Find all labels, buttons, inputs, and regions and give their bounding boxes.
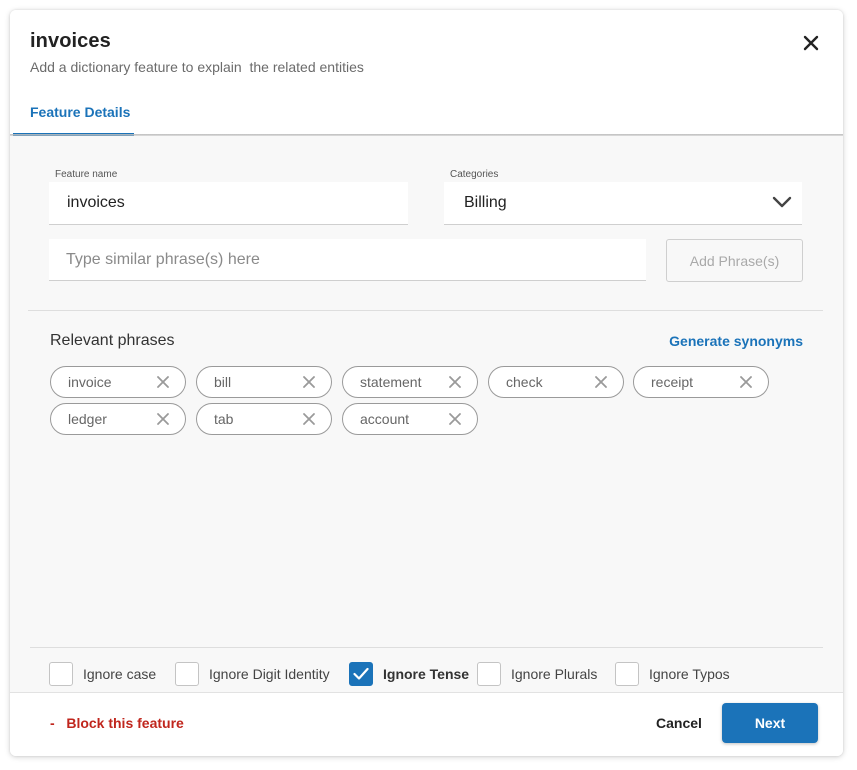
phrase-chip-label: account (360, 411, 410, 427)
checkbox-box[interactable] (175, 662, 199, 686)
phrase-chip: receipt (633, 366, 769, 398)
chevron-down-icon[interactable] (772, 195, 792, 209)
option-label: Ignore Typos (649, 666, 730, 682)
phrase-chip-label: bill (214, 374, 232, 390)
checkbox-box-checked[interactable] (349, 662, 373, 686)
divider (30, 647, 823, 648)
phrase-chip: bill (196, 366, 332, 398)
ignore-typos-checkbox[interactable]: Ignore Typos (615, 662, 730, 686)
dialog-title: invoices (30, 30, 111, 52)
remove-phrase-icon[interactable] (302, 375, 316, 389)
option-label: Ignore Digit Identity (209, 666, 330, 682)
phrase-chip: ledger (50, 403, 186, 435)
feature-name-label: Feature name (55, 169, 118, 180)
phrase-chip-label: invoice (68, 374, 112, 390)
phrase-chip-label: receipt (651, 374, 694, 390)
ignore-plurals-checkbox[interactable]: Ignore Plurals (477, 662, 597, 686)
remove-phrase-icon[interactable] (302, 412, 316, 426)
phrase-input[interactable] (49, 239, 646, 281)
divider (28, 310, 823, 311)
phrase-chip-label: check (506, 374, 543, 390)
phrase-chip: account (342, 403, 478, 435)
feature-dialog: invoices Add a dictionary feature to exp… (10, 10, 843, 756)
phrase-chip-label: ledger (68, 411, 107, 427)
block-feature-link[interactable]: - Block this feature (50, 715, 184, 731)
dialog-footer: - Block this feature Cancel Next (10, 692, 843, 756)
relevant-phrases-label: Relevant phrases (50, 332, 175, 349)
checkbox-box[interactable] (49, 662, 73, 686)
dialog-body: Feature name invoices Categories Billing… (10, 136, 843, 692)
ignore-digit-identity-checkbox[interactable]: Ignore Digit Identity (175, 662, 330, 686)
categories-value: Billing (464, 194, 507, 211)
remove-phrase-icon[interactable] (594, 375, 608, 389)
ignore-tense-checkbox[interactable]: Ignore Tense (349, 662, 469, 686)
feature-name-field[interactable]: invoices (49, 182, 408, 225)
option-label: Ignore Plurals (511, 666, 598, 682)
generate-synonyms-link[interactable]: Generate synonyms (669, 333, 803, 349)
categories-label: Categories (450, 169, 499, 180)
remove-phrase-icon[interactable] (156, 412, 170, 426)
remove-phrase-icon[interactable] (739, 375, 753, 389)
dialog-subtitle: Add a dictionary feature to explain the … (30, 59, 364, 75)
option-label: Ignore case (83, 666, 157, 682)
add-phrase-button[interactable]: Add Phrase(s) (666, 239, 803, 282)
close-icon[interactable] (800, 32, 822, 54)
check-icon (353, 667, 369, 680)
phrase-chip-label: statement (360, 374, 422, 390)
ignore-case-checkbox[interactable]: Ignore case (49, 662, 156, 686)
option-label: Ignore Tense (383, 666, 470, 682)
remove-phrase-icon[interactable] (156, 375, 170, 389)
categories-select[interactable]: Billing (444, 182, 802, 225)
phrase-chip: tab (196, 403, 332, 435)
phrase-chip: statement (342, 366, 478, 398)
phrase-chip: check (488, 366, 624, 398)
phrase-chip-label: tab (214, 411, 234, 427)
checkbox-box[interactable] (615, 662, 639, 686)
next-button[interactable]: Next (722, 703, 818, 743)
remove-phrase-icon[interactable] (448, 375, 462, 389)
dialog-header: invoices Add a dictionary feature to exp… (10, 10, 843, 136)
phrase-chip: invoice (50, 366, 186, 398)
checkbox-box[interactable] (477, 662, 501, 686)
remove-phrase-icon[interactable] (448, 412, 462, 426)
cancel-button[interactable]: Cancel (656, 715, 702, 731)
tab-feature-details[interactable]: Feature Details (30, 104, 130, 120)
